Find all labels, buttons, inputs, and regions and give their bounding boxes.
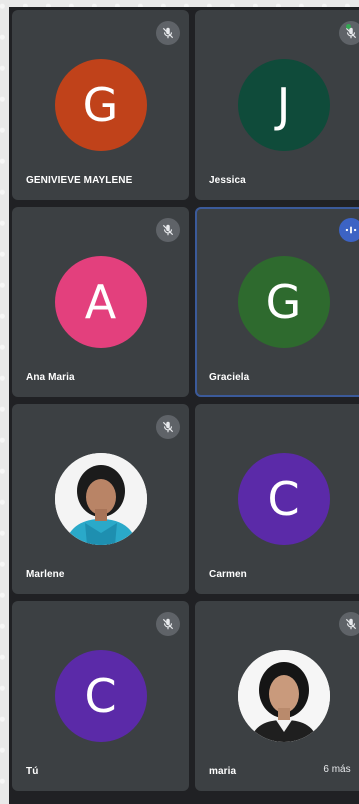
participant-tile-carmen[interactable]: C Carmen bbox=[195, 404, 359, 594]
avatar: C bbox=[54, 650, 147, 742]
mic-off-icon bbox=[156, 415, 180, 439]
avatar: C bbox=[237, 453, 330, 545]
profile-photo bbox=[237, 650, 330, 742]
avatar-initial: J bbox=[276, 78, 291, 132]
mic-off-icon bbox=[156, 21, 180, 45]
participant-tile-ana-maria[interactable]: A Ana Maria bbox=[12, 207, 189, 397]
video-grid: G GENIVIEVE MAYLENE J Jessica A Ana Mari… bbox=[9, 7, 359, 804]
avatar-initial: A bbox=[84, 275, 117, 329]
speaking-indicator-icon bbox=[339, 218, 359, 242]
avatar: A bbox=[54, 256, 147, 348]
mic-off-icon bbox=[156, 612, 180, 636]
participant-name: maria bbox=[209, 766, 237, 777]
participant-name: Marlene bbox=[26, 569, 65, 580]
participant-tile-graciela[interactable]: G Graciela bbox=[195, 207, 359, 397]
avatar-initial: G bbox=[265, 275, 302, 329]
avatar-initial: G bbox=[82, 78, 119, 132]
participant-name: Tú bbox=[26, 766, 39, 777]
status-dot bbox=[346, 24, 351, 29]
participant-tile-jessica[interactable]: J Jessica bbox=[195, 10, 359, 200]
avatar: G bbox=[237, 256, 330, 348]
participant-tile-marlene[interactable]: Marlene bbox=[12, 404, 189, 594]
participant-name: Jessica bbox=[209, 175, 246, 186]
participant-name: Carmen bbox=[209, 569, 247, 580]
profile-photo bbox=[54, 453, 147, 545]
participant-tile-self[interactable]: C Tú bbox=[12, 601, 189, 791]
participant-name: Graciela bbox=[209, 372, 250, 383]
more-participants-button[interactable]: 6 más bbox=[312, 753, 359, 786]
participant-name: Ana Maria bbox=[26, 372, 75, 383]
avatar: G bbox=[54, 59, 147, 151]
mic-off-icon bbox=[339, 612, 359, 636]
avatar-initial: C bbox=[84, 669, 117, 723]
avatar-initial: C bbox=[267, 472, 300, 526]
participant-name: GENIVIEVE MAYLENE bbox=[26, 175, 133, 186]
avatar: J bbox=[237, 59, 330, 151]
mic-off-icon bbox=[156, 218, 180, 242]
participant-tile-genivieve[interactable]: G GENIVIEVE MAYLENE bbox=[12, 10, 189, 200]
